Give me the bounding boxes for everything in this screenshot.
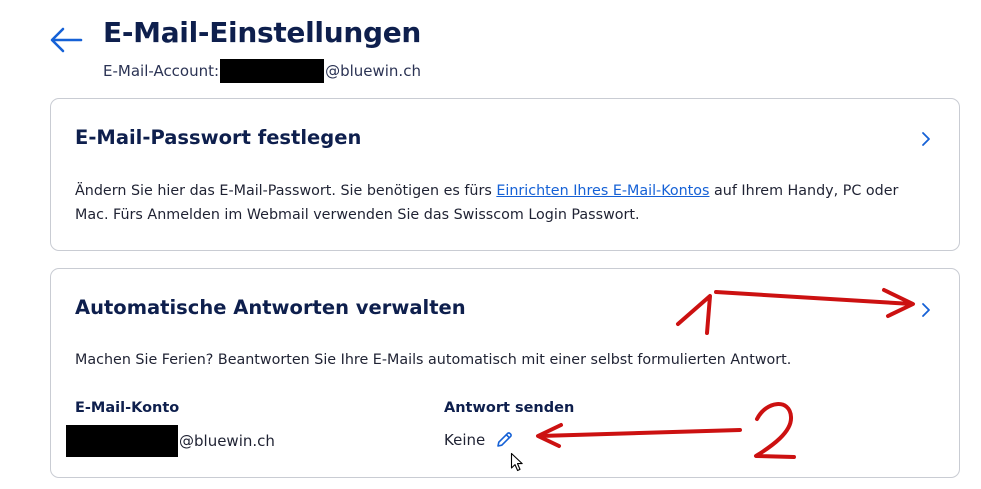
email-account-column-label: E-Mail-Konto: [75, 400, 180, 416]
reply-column-label: Antwort senden: [444, 400, 575, 416]
setup-account-link[interactable]: Einrichten Ihres E-Mail-Kontos: [496, 183, 709, 199]
page-title: E-Mail-Einstellungen: [103, 16, 422, 49]
account-domain: @bluewin.ch: [325, 62, 421, 80]
reply-status: Keine: [444, 431, 486, 449]
password-desc-text: Ändern Sie hier das E-Mail-Passwort. Sie…: [75, 183, 497, 199]
back-arrow-icon[interactable]: [48, 25, 84, 55]
email-account-value: @bluewin.ch: [66, 425, 275, 457]
password-card-description: Ändern Sie hier das E-Mail-Passwort. Sie…: [75, 179, 929, 227]
autoreply-card[interactable]: Automatische Antworten verwalten Machen …: [50, 268, 960, 478]
mouse-cursor-icon: [510, 452, 523, 472]
pencil-icon[interactable]: [494, 430, 514, 450]
redacted-username: [220, 59, 325, 83]
password-card[interactable]: E-Mail-Passwort festlegen Ändern Sie hie…: [50, 98, 960, 251]
reply-value: Keine: [444, 430, 514, 450]
chevron-right-icon[interactable]: [920, 302, 932, 318]
email-account-line: E-Mail-Account: @bluewin.ch: [103, 59, 421, 83]
password-card-title: E-Mail-Passwort festlegen: [75, 126, 362, 149]
autoreply-card-description: Machen Sie Ferien? Beantworten Sie Ihre …: [75, 352, 792, 368]
account-prefix: E-Mail-Account:: [103, 62, 220, 80]
autoreply-card-title: Automatische Antworten verwalten: [75, 296, 466, 319]
email-account-domain: @bluewin.ch: [179, 432, 275, 450]
redacted-username: [66, 425, 178, 457]
chevron-right-icon[interactable]: [920, 131, 932, 147]
